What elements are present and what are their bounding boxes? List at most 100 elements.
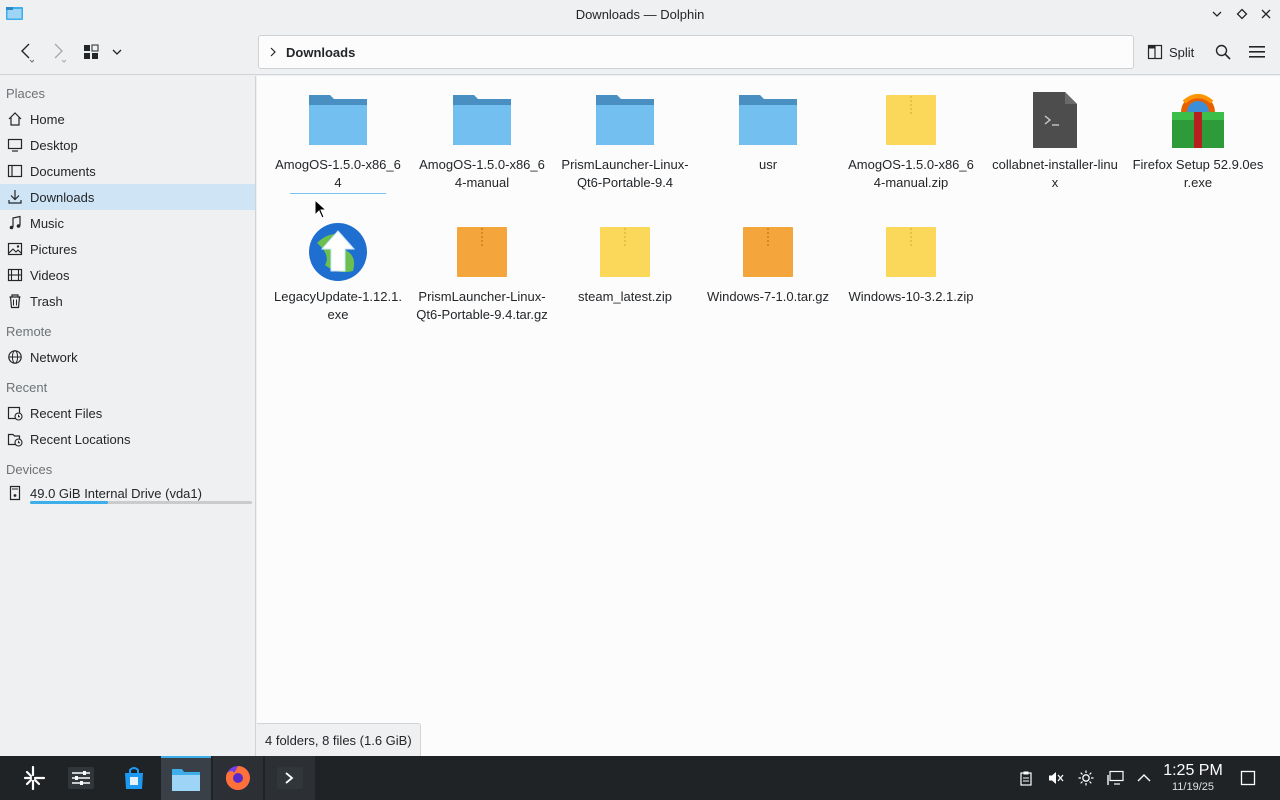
sidebar-item-label: Documents	[30, 163, 96, 179]
back-button[interactable]	[12, 37, 40, 67]
zip-archive-icon	[593, 220, 657, 284]
chevron-down-icon	[1212, 11, 1222, 17]
recent-locations-icon	[7, 431, 23, 447]
tray-network[interactable]	[1106, 768, 1126, 788]
file-item[interactable]: usr	[698, 88, 838, 174]
drive-usage-fill	[30, 501, 108, 504]
file-item[interactable]: collabnet-installer-linux	[985, 88, 1125, 192]
sidebar-item-recent-files[interactable]: Recent Files	[0, 400, 255, 426]
sidebar-item-music[interactable]: Music	[0, 210, 255, 236]
zip-archive-icon	[879, 220, 943, 284]
tray-expand-icon	[1137, 774, 1151, 782]
sidebar-item-label: 49.0 GiB Internal Drive (vda1)	[30, 485, 202, 501]
script-file-icon	[1023, 88, 1087, 152]
sidebar-item-label: Trash	[30, 293, 63, 309]
taskbar-system-settings[interactable]	[56, 756, 106, 800]
taskbar-konsole[interactable]	[265, 756, 315, 800]
file-name: steam_latest.zip	[578, 289, 672, 304]
sidebar-item-pictures[interactable]: Pictures	[0, 236, 255, 262]
search-button[interactable]	[1212, 37, 1234, 67]
taskbar-dolphin[interactable]	[161, 756, 211, 800]
legacy-update-icon	[306, 220, 370, 284]
sidebar-item-label: Pictures	[30, 241, 77, 257]
main-menu-button[interactable]	[1246, 37, 1268, 67]
file-item[interactable]: PrismLauncher-Linux-Qt6-Portable-9.4.tar…	[412, 220, 552, 324]
file-name: Windows-7-1.0.tar.gz	[706, 289, 830, 304]
breadcrumb-item-downloads[interactable]: Downloads	[286, 45, 355, 60]
taskbar: 1:25 PM 11/19/25	[0, 756, 1280, 800]
clock-date: 11/19/25	[1171, 781, 1214, 793]
music-icon	[7, 215, 23, 231]
sidebar-item-downloads[interactable]: Downloads	[0, 184, 255, 210]
sidebar-item-label: Recent Files	[30, 405, 103, 421]
application-launcher-icon	[23, 765, 46, 791]
folder-icon	[306, 88, 370, 152]
application-launcher-button[interactable]	[8, 756, 58, 800]
folder-icon	[450, 88, 514, 152]
tray-brightness[interactable]	[1076, 768, 1096, 788]
sidebar-item-label: Videos	[30, 267, 70, 283]
file-name: AmogOS-1.5.0-x86_64-manual.zip	[848, 157, 974, 190]
sidebar-item-home[interactable]: Home	[0, 106, 255, 132]
forward-icon	[54, 43, 66, 63]
status-summary: 4 folders, 8 files (1.6 GiB)	[265, 733, 412, 748]
sidebar-item-videos[interactable]: Videos	[0, 262, 255, 288]
title-bar: Downloads — Dolphin	[0, 0, 1280, 29]
forward-button[interactable]	[44, 37, 72, 67]
digital-clock[interactable]: 1:25 PM 11/19/25	[1160, 762, 1226, 794]
taskbar-firefox[interactable]	[213, 756, 263, 800]
sidebar-item-trash[interactable]: Trash	[0, 288, 255, 314]
show-desktop-button[interactable]	[1238, 768, 1258, 788]
status-bar: 4 folders, 8 files (1.6 GiB)	[257, 723, 421, 757]
sidebar-item-documents[interactable]: Documents	[0, 158, 255, 184]
sidebar-item-network[interactable]: Network	[0, 344, 255, 370]
taskbar-discover[interactable]	[109, 756, 159, 800]
close-icon	[1261, 9, 1271, 19]
desktop-icon	[7, 137, 23, 153]
file-item[interactable]: AmogOS-1.5.0-x86_64-manual	[412, 88, 552, 192]
split-button[interactable]: Split	[1143, 37, 1198, 67]
file-name: Windows-10-3.2.1.zip	[848, 289, 974, 304]
pictures-icon	[7, 241, 23, 257]
toolbar: Downloads Split	[0, 29, 1280, 75]
file-item[interactable]: Firefox Setup 52.9.0esr.exe	[1128, 88, 1268, 192]
maximize-button[interactable]	[1233, 5, 1251, 23]
brightness-icon	[1078, 770, 1094, 786]
close-button[interactable]	[1257, 5, 1275, 23]
diamond-icon	[1236, 8, 1248, 20]
view-mode-button[interactable]	[80, 37, 102, 67]
sidebar-item-label: Network	[30, 349, 78, 365]
view-options-dropdown[interactable]	[108, 37, 126, 67]
file-item[interactable]: Windows-10-3.2.1.zip	[841, 220, 981, 306]
tray-clipboard[interactable]	[1016, 768, 1036, 788]
sidebar-item-recent-locations[interactable]: Recent Locations	[0, 426, 255, 452]
file-item[interactable]: LegacyUpdate-1.12.1.exe	[268, 220, 408, 324]
file-name: AmogOS-1.5.0-x86_64-manual	[419, 157, 545, 190]
section-places-title: Places	[6, 86, 46, 101]
file-item[interactable]: steam_latest.zip	[555, 220, 695, 306]
folder-icon	[736, 88, 800, 152]
file-view[interactable]: AmogOS-1.5.0-x86_64 AmogOS-1.5.0-x86_64-…	[257, 76, 1280, 757]
firefox-icon	[225, 766, 250, 790]
dolphin-icon	[172, 769, 200, 791]
section-recent-title: Recent	[6, 380, 48, 395]
file-item[interactable]: AmogOS-1.5.0-x86_64	[268, 88, 408, 194]
tray-expand-button[interactable]	[1134, 768, 1154, 788]
file-name: Firefox Setup 52.9.0esr.exe	[1132, 157, 1264, 190]
chevron-right-icon	[270, 47, 276, 57]
clipboard-icon	[1020, 771, 1032, 786]
documents-icon	[7, 163, 23, 179]
tray-volume[interactable]	[1046, 768, 1066, 788]
file-name: usr	[758, 157, 778, 172]
file-item[interactable]: AmogOS-1.5.0-x86_64-manual.zip	[841, 88, 981, 192]
network-wired-icon	[1107, 770, 1124, 785]
file-item[interactable]: PrismLauncher-Linux-Qt6-Portable-9.4	[555, 88, 695, 192]
drive-usage-bar	[30, 501, 252, 504]
folder-icon	[593, 88, 657, 152]
firefox-installer-icon	[1166, 88, 1230, 152]
tar-archive-icon	[450, 220, 514, 284]
location-bar[interactable]: Downloads	[258, 35, 1134, 69]
minimize-button[interactable]	[1208, 5, 1226, 23]
file-item[interactable]: Windows-7-1.0.tar.gz	[698, 220, 838, 306]
sidebar-item-desktop[interactable]: Desktop	[0, 132, 255, 158]
